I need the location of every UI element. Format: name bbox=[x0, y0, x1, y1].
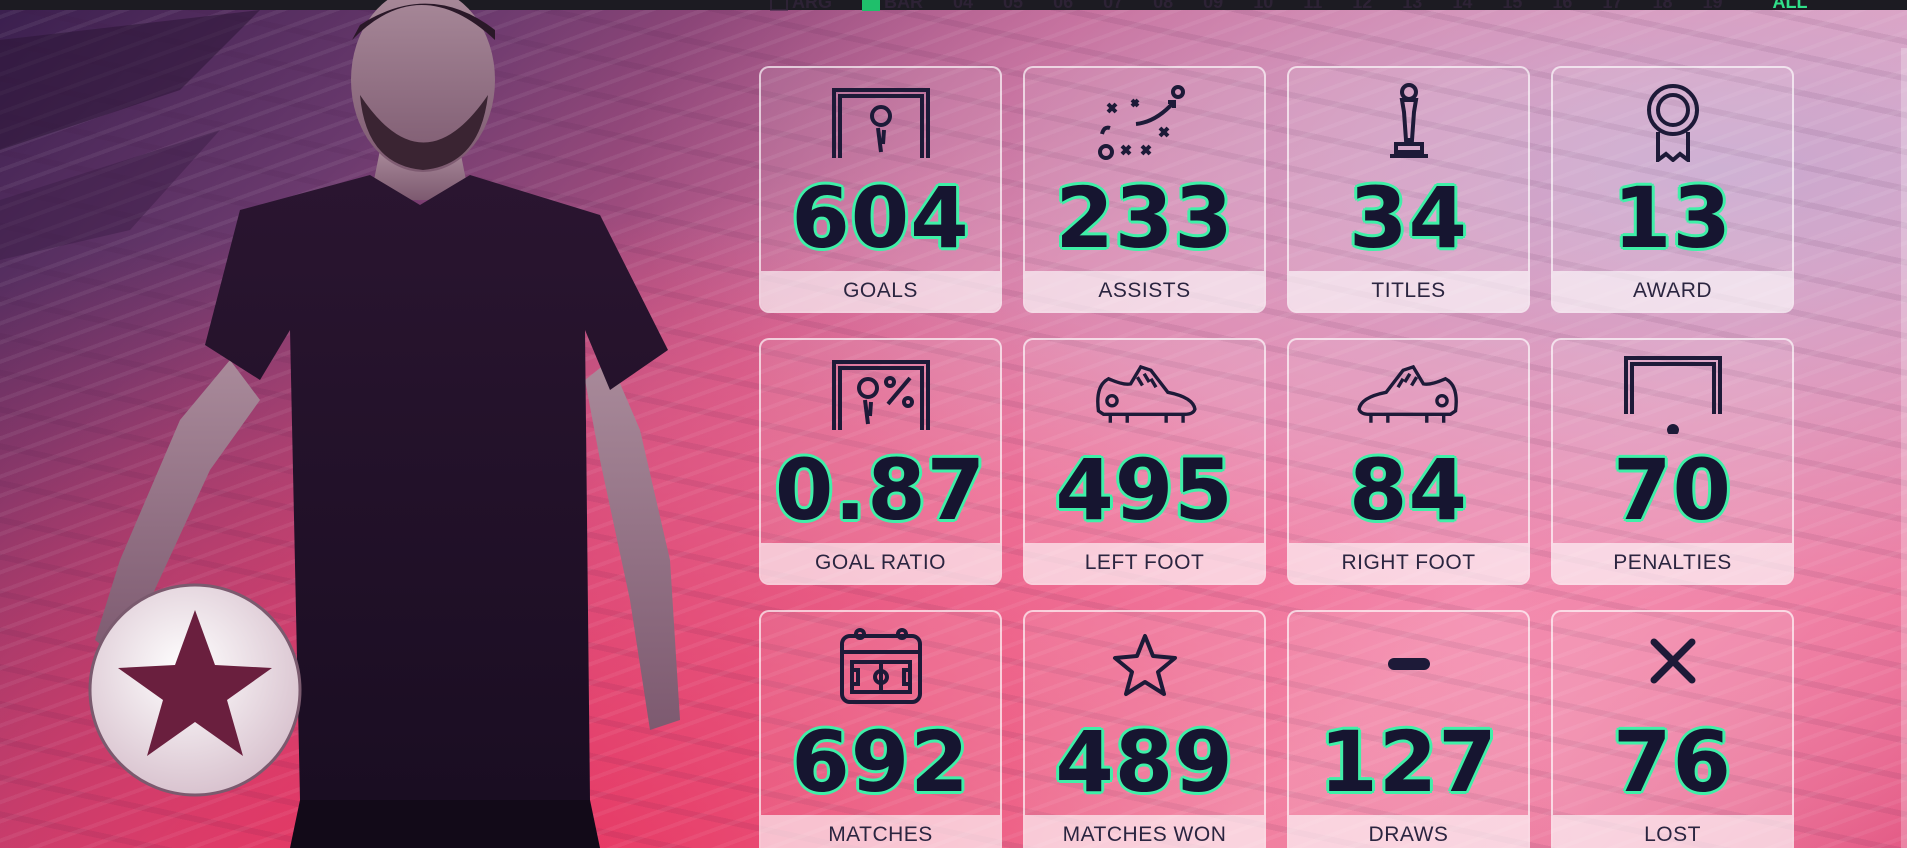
medal-icon bbox=[1618, 82, 1728, 162]
tactics-board-icon bbox=[1090, 82, 1200, 162]
player-image bbox=[0, 0, 680, 848]
stat-card-titles: 34 TITLES bbox=[1287, 66, 1530, 313]
stat-value: 70 bbox=[1613, 441, 1732, 539]
stat-card-award: 13 AWARD bbox=[1551, 66, 1794, 313]
season-17[interactable]: 17 bbox=[1592, 0, 1632, 13]
season-13[interactable]: 13 bbox=[1392, 0, 1432, 13]
boot-right-icon bbox=[1354, 354, 1464, 434]
stats-page: ARG BAR 04 05 06 07 08 09 10 11 12 13 14… bbox=[0, 0, 1907, 848]
stats-grid: 604 GOALS 233 ASSISTS 34 TITLES 13 AWARD 0.87 GOA… bbox=[759, 66, 1794, 848]
season-12[interactable]: 12 bbox=[1342, 0, 1382, 13]
stat-card-penalties: 70 PENALTIES bbox=[1551, 338, 1794, 585]
stat-value: 34 bbox=[1349, 169, 1468, 267]
cross-icon bbox=[1618, 626, 1728, 706]
stat-value: 84 bbox=[1349, 441, 1468, 539]
stat-label: MATCHES bbox=[761, 815, 1000, 848]
season-all[interactable]: ALL bbox=[1763, 0, 1818, 13]
stat-value: 0.87 bbox=[774, 441, 987, 539]
stat-card-right-foot: 84 RIGHT FOOT bbox=[1287, 338, 1530, 585]
stat-label: PENALTIES bbox=[1553, 543, 1792, 583]
stat-value: 692 bbox=[791, 713, 970, 811]
stat-card-left-foot: 495 LEFT FOOT bbox=[1023, 338, 1266, 585]
stat-label: ASSISTS bbox=[1025, 271, 1264, 311]
penalty-goal-icon bbox=[1618, 354, 1728, 434]
stat-card-goal-ratio: 0.87 GOAL RATIO bbox=[759, 338, 1002, 585]
stat-value: 495 bbox=[1055, 441, 1234, 539]
season-11[interactable]: 11 bbox=[1293, 0, 1332, 13]
season-filter-bar: ARG BAR 04 05 06 07 08 09 10 11 12 13 14… bbox=[760, 0, 1818, 12]
season-19[interactable]: 19 bbox=[1692, 0, 1732, 13]
stat-card-matches-won: 489 MATCHES WON bbox=[1023, 610, 1266, 848]
season-06[interactable]: 06 bbox=[1043, 0, 1083, 13]
stat-card-assists: 233 ASSISTS bbox=[1023, 66, 1266, 313]
stat-label: GOALS bbox=[761, 271, 1000, 311]
stat-value: 489 bbox=[1055, 713, 1234, 811]
season-04[interactable]: 04 bbox=[943, 0, 983, 13]
filter-arg[interactable]: ARG bbox=[760, 0, 842, 13]
stat-card-matches: 692 MATCHES bbox=[759, 610, 1002, 848]
season-10[interactable]: 10 bbox=[1243, 0, 1283, 13]
stat-card-draws: 127 DRAWS bbox=[1287, 610, 1530, 848]
boot-left-icon bbox=[1090, 354, 1200, 434]
season-09[interactable]: 09 bbox=[1193, 0, 1233, 13]
checkbox-checked-icon bbox=[862, 0, 880, 11]
season-15[interactable]: 15 bbox=[1492, 0, 1532, 13]
stat-card-goals: 604 GOALS bbox=[759, 66, 1002, 313]
stat-label: RIGHT FOOT bbox=[1289, 543, 1528, 583]
season-05[interactable]: 05 bbox=[993, 0, 1033, 13]
scrollbar[interactable] bbox=[1901, 48, 1907, 848]
season-08[interactable]: 08 bbox=[1143, 0, 1183, 13]
trophy-icon bbox=[1354, 82, 1464, 162]
season-18[interactable]: 18 bbox=[1642, 0, 1682, 13]
stat-value: 233 bbox=[1055, 169, 1234, 267]
star-icon bbox=[1090, 626, 1200, 706]
season-16[interactable]: 16 bbox=[1542, 0, 1582, 13]
season-14[interactable]: 14 bbox=[1442, 0, 1482, 13]
stat-label: AWARD bbox=[1553, 271, 1792, 311]
stat-label: DRAWS bbox=[1289, 815, 1528, 848]
calendar-pitch-icon bbox=[826, 626, 936, 706]
minus-icon bbox=[1354, 626, 1464, 706]
stat-card-lost: 76 LOST bbox=[1551, 610, 1794, 848]
goal-ratio-icon bbox=[826, 354, 936, 434]
stat-value: 127 bbox=[1319, 713, 1498, 811]
season-07[interactable]: 07 bbox=[1093, 0, 1133, 13]
checkbox-icon bbox=[770, 0, 788, 11]
filter-bar[interactable]: BAR bbox=[852, 0, 933, 13]
stat-label: MATCHES WON bbox=[1025, 815, 1264, 848]
stat-value: 76 bbox=[1613, 713, 1732, 811]
stat-label: LEFT FOOT bbox=[1025, 543, 1264, 583]
stat-value: 604 bbox=[791, 169, 970, 267]
stat-label: GOAL RATIO bbox=[761, 543, 1000, 583]
goal-ball-icon bbox=[826, 82, 936, 162]
stat-value: 13 bbox=[1613, 169, 1732, 267]
stat-label: LOST bbox=[1553, 815, 1792, 848]
stat-label: TITLES bbox=[1289, 271, 1528, 311]
